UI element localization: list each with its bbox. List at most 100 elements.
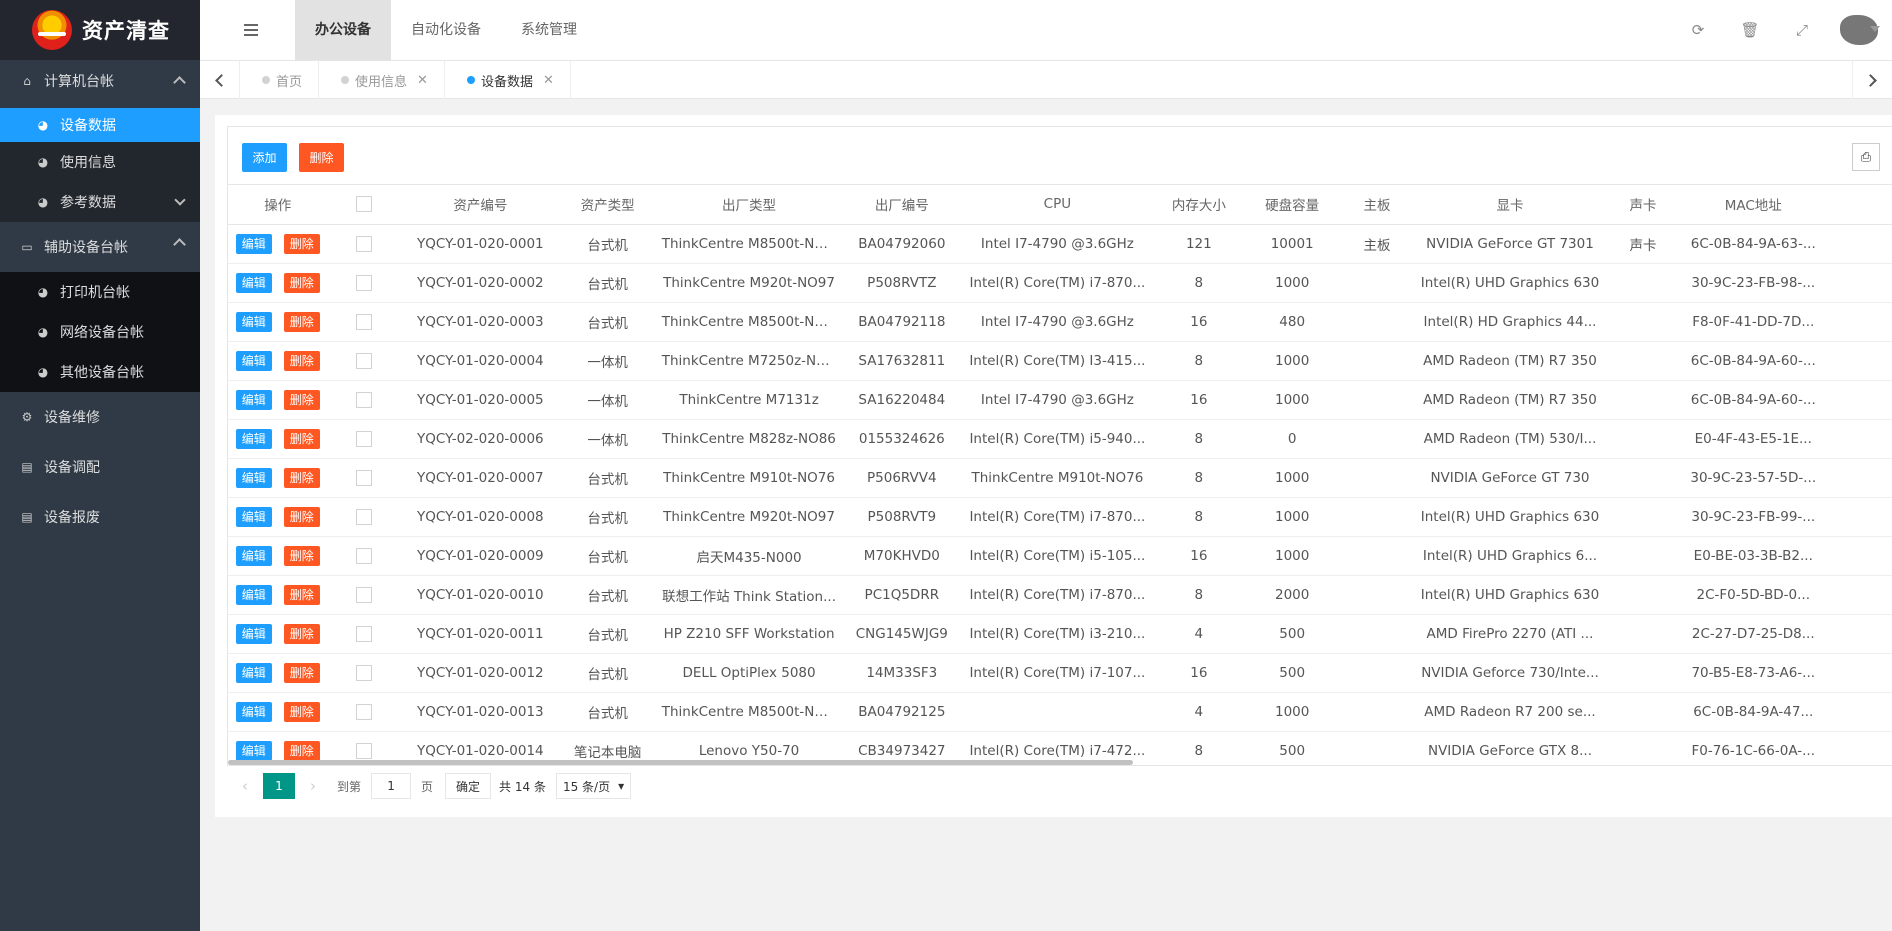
table-cell	[1606, 731, 1680, 765]
company-emblem-icon	[32, 10, 72, 50]
tab-office-devices[interactable]: 办公设备	[295, 0, 391, 60]
sidebar-item-printer-ledger[interactable]: ◕ 打印机台帐	[0, 272, 200, 312]
add-button[interactable]: 添加	[242, 143, 287, 172]
row-checkbox[interactable]	[356, 430, 373, 447]
goto-page-input[interactable]: 1	[371, 773, 412, 799]
sidebar-item-network-ledger[interactable]: ◕ 网络设备台帐	[0, 312, 200, 352]
sidebar-item-reference-data[interactable]: ◕ 参考数据	[0, 182, 200, 222]
tabstrip-scroll-left[interactable]	[200, 61, 240, 99]
table-cell: 台式机	[559, 458, 656, 498]
nav-head-aux-ledger[interactable]: ▭ 辅助设备台帐	[0, 222, 200, 272]
row-select-cell	[327, 419, 402, 459]
table-cell: 6C-0B-84-9A-47...	[1679, 692, 1827, 732]
close-icon[interactable]: ✕	[417, 73, 428, 88]
row-checkbox[interactable]	[356, 547, 373, 564]
fullscreen-icon[interactable]: ⤢	[1776, 0, 1828, 60]
edit-button[interactable]: 编辑	[235, 389, 272, 410]
sidebar-item-other-ledger[interactable]: ◕ 其他设备台帐	[0, 352, 200, 392]
sidebar-item-device-data[interactable]: ◕ 设备数据	[0, 108, 200, 142]
table-cell-filler	[1826, 497, 1892, 537]
next-page-icon[interactable]: ›	[300, 773, 326, 799]
row-delete-button[interactable]: 删除	[283, 272, 320, 293]
page-number-current[interactable]: 1	[263, 773, 295, 799]
select-all-checkbox[interactable]	[356, 196, 373, 213]
trash-icon[interactable]: 🗑	[1724, 0, 1776, 60]
table-container: 添加 删除 ⎙ 操作 资产编号 资产类型 出厂类型 出厂编号 CPU 内存大小 …	[227, 126, 1892, 766]
edit-button[interactable]: 编辑	[235, 350, 272, 371]
row-checkbox[interactable]	[356, 508, 373, 525]
row-checkbox[interactable]	[356, 469, 373, 486]
app-logo[interactable]: 资产清查	[0, 0, 200, 60]
row-delete-button[interactable]: 删除	[283, 428, 320, 449]
sidebar-item-device-scrap[interactable]: ▤ 设备报废	[0, 492, 200, 542]
table-cell	[1606, 302, 1680, 342]
edit-button[interactable]: 编辑	[235, 467, 272, 488]
refresh-icon[interactable]: ⟳	[1672, 0, 1724, 60]
sidebar: 资产清查 ⌂ 计算机台帐 ◕ 设备数据 ◕ 使用信息 ◕ 参考数据 ▭ 辅助设备…	[0, 0, 200, 931]
edit-button[interactable]: 编辑	[235, 584, 272, 605]
nav-head-computer-ledger[interactable]: ⌂ 计算机台帐	[0, 60, 200, 102]
tabstrip-scroll-right[interactable]	[1852, 61, 1892, 99]
print-icon[interactable]: ⎙	[1852, 143, 1880, 171]
row-action-group: 编辑 删除	[234, 467, 322, 488]
sidebar-item-device-allocation[interactable]: ▤ 设备调配	[0, 442, 200, 492]
caret-down-icon[interactable]	[1870, 26, 1880, 32]
row-delete-button[interactable]: 删除	[283, 662, 320, 683]
prev-page-icon[interactable]: ‹	[232, 773, 258, 799]
page-tab-device-data[interactable]: 设备数据 ✕	[445, 61, 571, 99]
page-tab-usage-info[interactable]: 使用信息 ✕	[319, 61, 445, 99]
row-checkbox[interactable]	[356, 274, 373, 291]
tab-automation-devices[interactable]: 自动化设备	[391, 0, 501, 60]
sidebar-item-device-repair[interactable]: ⚙ 设备维修	[0, 392, 200, 442]
table-cell: 121	[1153, 224, 1245, 264]
menu-toggle-icon[interactable]	[244, 24, 258, 36]
table-cell: 一体机	[559, 419, 656, 459]
edit-button[interactable]: 编辑	[235, 233, 272, 254]
row-delete-button[interactable]: 删除	[283, 467, 320, 488]
edit-button[interactable]: 编辑	[235, 506, 272, 527]
row-checkbox[interactable]	[356, 703, 373, 720]
table-cell: ThinkCentre M8500t-NO76	[655, 224, 843, 264]
row-checkbox[interactable]	[356, 391, 373, 408]
nav-head-label: 计算机台帐	[44, 74, 114, 90]
row-delete-button[interactable]: 删除	[283, 506, 320, 527]
row-delete-button[interactable]: 删除	[283, 623, 320, 644]
page-size-select[interactable]: 15 条/页 ▾	[555, 773, 632, 799]
edit-button[interactable]: 编辑	[235, 545, 272, 566]
row-delete-button[interactable]: 删除	[283, 311, 320, 332]
edit-button[interactable]: 编辑	[235, 662, 272, 683]
table-cell-filler	[1826, 692, 1892, 732]
horizontal-scrollbar[interactable]	[228, 760, 1133, 765]
table-cell: 台式机	[559, 614, 656, 654]
table-cell: F0-76-1C-66-0A-...	[1679, 731, 1827, 765]
table-cell: 台式机	[559, 263, 656, 303]
edit-button[interactable]: 编辑	[235, 428, 272, 449]
row-delete-button[interactable]: 删除	[283, 545, 320, 566]
row-checkbox[interactable]	[356, 625, 373, 642]
row-checkbox[interactable]	[356, 664, 373, 681]
delete-button[interactable]: 删除	[299, 143, 344, 172]
page-tab-home[interactable]: 首页	[240, 61, 320, 99]
table-cell: YQCY-01-020-0011	[401, 614, 560, 654]
row-delete-button[interactable]: 删除	[283, 233, 320, 254]
row-checkbox[interactable]	[356, 235, 373, 252]
row-checkbox[interactable]	[356, 742, 373, 759]
row-delete-button[interactable]: 删除	[283, 701, 320, 722]
close-icon[interactable]: ✕	[543, 73, 554, 88]
row-delete-button[interactable]: 删除	[283, 389, 320, 410]
row-checkbox[interactable]	[356, 313, 373, 330]
sidebar-item-usage-info[interactable]: ◕ 使用信息	[0, 142, 200, 182]
edit-button[interactable]: 编辑	[235, 272, 272, 293]
edit-button[interactable]: 编辑	[235, 623, 272, 644]
row-checkbox[interactable]	[356, 586, 373, 603]
edit-button[interactable]: 编辑	[235, 740, 272, 761]
row-delete-button[interactable]: 删除	[283, 350, 320, 371]
row-checkbox[interactable]	[356, 352, 373, 369]
row-delete-button[interactable]: 删除	[283, 584, 320, 605]
tab-system-admin[interactable]: 系统管理	[501, 0, 597, 60]
goto-confirm-button[interactable]: 确定	[445, 773, 492, 799]
edit-button[interactable]: 编辑	[235, 701, 272, 722]
table-cell-filler	[1826, 419, 1892, 459]
edit-button[interactable]: 编辑	[235, 311, 272, 332]
row-delete-button[interactable]: 删除	[283, 740, 320, 761]
